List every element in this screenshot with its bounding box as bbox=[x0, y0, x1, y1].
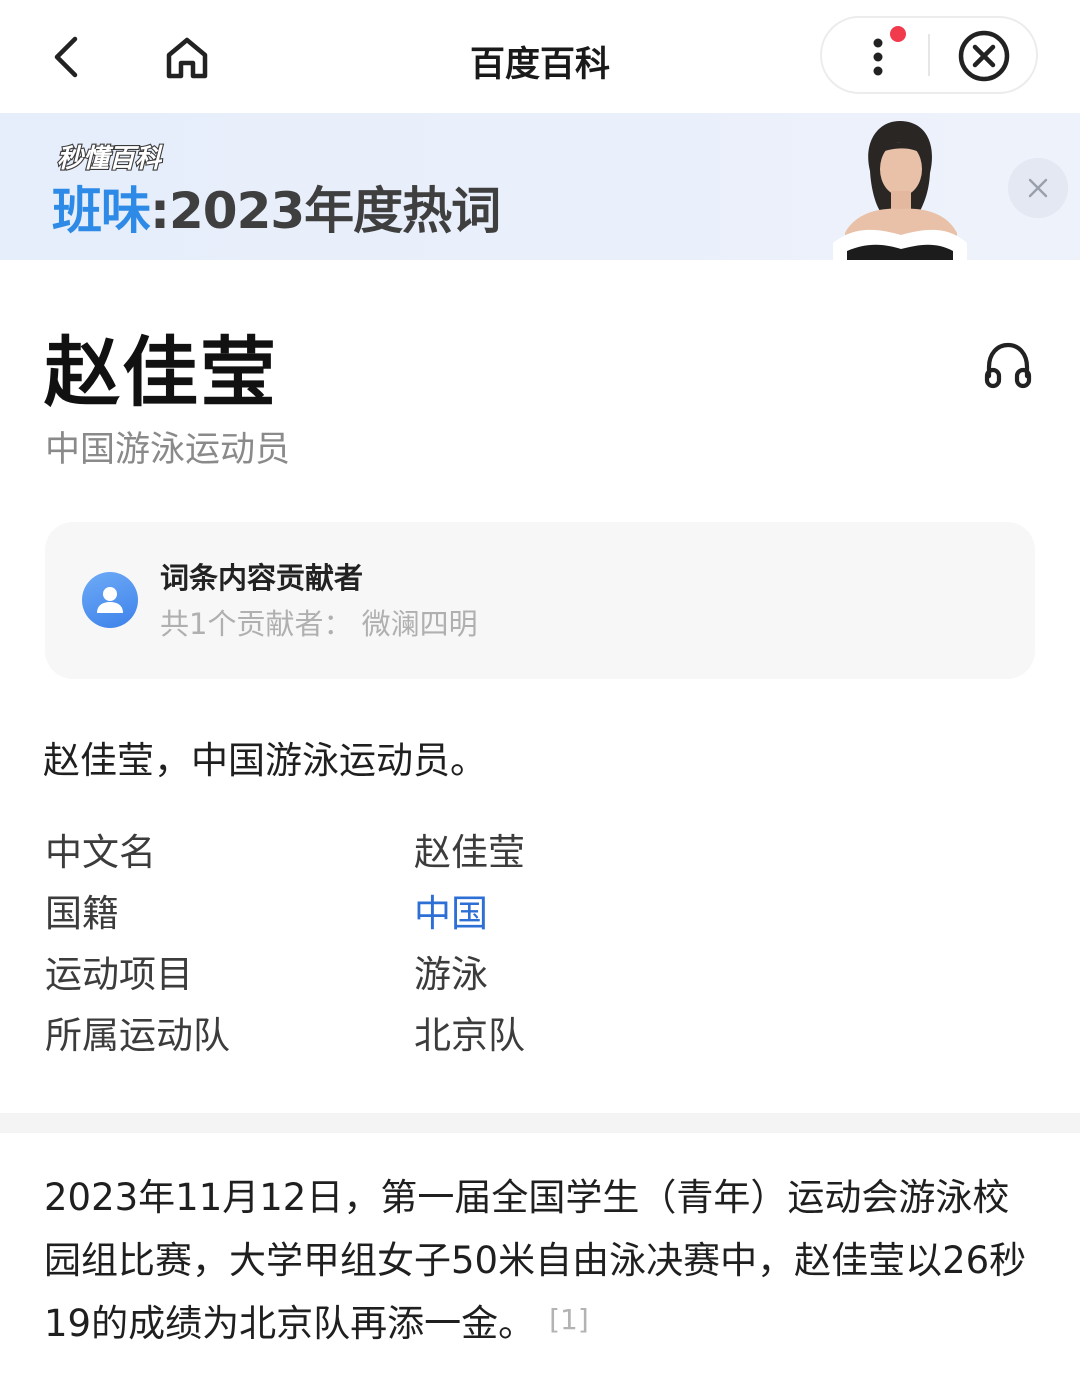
close-page-button[interactable] bbox=[955, 27, 1013, 85]
banner-close-button[interactable] bbox=[1008, 158, 1068, 218]
info-key: 所属运动队 bbox=[45, 1014, 230, 1057]
contributors-title: 词条内容贡献者 bbox=[160, 561, 364, 595]
entry-title: 赵佳莹 bbox=[44, 328, 278, 417]
section-divider bbox=[0, 1113, 1080, 1133]
listen-button[interactable] bbox=[980, 338, 1036, 394]
headphones-icon bbox=[984, 342, 1032, 389]
close-circle-icon bbox=[958, 30, 1010, 82]
entry-subtitle: 中国游泳运动员 bbox=[45, 430, 291, 470]
home-button[interactable] bbox=[160, 30, 214, 84]
basic-info-table: 中文名 赵佳莹 国籍 中国 运动项目 游泳 所属运动队 北京队 bbox=[45, 827, 1035, 1071]
top-nav-bar: 百度百科 bbox=[0, 0, 1080, 113]
news-paragraph: 2023年11月12日，第一届全国学生（青年）运动会游泳校园组比赛，大学甲组女子… bbox=[44, 1166, 1044, 1355]
banner-highlight: 班味 bbox=[52, 182, 151, 240]
entry-summary: 赵佳莹，中国游泳运动员。 bbox=[43, 739, 487, 782]
info-row: 运动项目 游泳 bbox=[45, 949, 1035, 1010]
info-key: 中文名 bbox=[45, 831, 156, 874]
home-icon bbox=[166, 37, 208, 79]
info-value: 北京队 bbox=[414, 1014, 525, 1057]
back-button[interactable] bbox=[40, 30, 94, 84]
info-value-link[interactable]: 中国 bbox=[414, 888, 488, 940]
info-key: 运动项目 bbox=[45, 953, 193, 996]
contributor-avatar bbox=[82, 572, 138, 628]
banner-person-image bbox=[833, 121, 967, 260]
info-value: 赵佳莹 bbox=[414, 831, 525, 874]
miaodong-baike-logo: 秒懂百科 bbox=[56, 143, 164, 175]
promo-banner[interactable]: 秒懂百科 班味:2023年度热词 bbox=[0, 113, 1080, 260]
info-value: 游泳 bbox=[414, 953, 488, 996]
info-row: 所属运动队 北京队 bbox=[45, 1010, 1035, 1071]
info-row: 国籍 中国 bbox=[45, 888, 1035, 949]
notification-dot bbox=[890, 26, 906, 42]
banner-separator: : bbox=[150, 182, 170, 240]
capsule-divider bbox=[928, 34, 930, 76]
contributors-card[interactable]: 词条内容贡献者 共1个贡献者： 微澜四明 bbox=[45, 522, 1035, 679]
svg-text:秒懂百科: 秒懂百科 bbox=[57, 144, 163, 174]
banner-headline: 班味:2023年度热词 bbox=[52, 175, 501, 247]
info-row: 中文名 赵佳莹 bbox=[45, 827, 1035, 888]
user-icon bbox=[97, 587, 123, 613]
contributors-description: 共1个贡献者： 微澜四明 bbox=[160, 607, 478, 641]
news-text: 2023年11月12日，第一届全国学生（青年）运动会游泳校园组比赛，大学甲组女子… bbox=[44, 1176, 1027, 1345]
citation-link[interactable]: [1] bbox=[549, 1303, 589, 1336]
close-icon bbox=[1028, 178, 1048, 198]
back-chevron-icon bbox=[54, 36, 78, 78]
banner-text: 2023年度热词 bbox=[169, 182, 501, 240]
info-key: 国籍 bbox=[45, 892, 119, 935]
